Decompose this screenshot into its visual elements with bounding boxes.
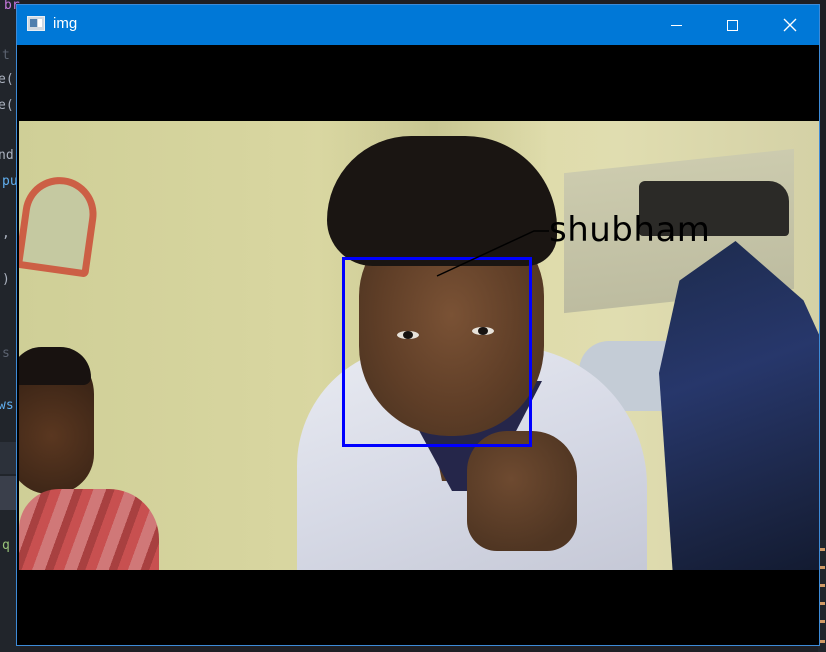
title-bar[interactable]: img [17, 5, 819, 45]
close-button[interactable] [761, 5, 819, 45]
close-icon [783, 18, 797, 32]
image-canvas: shubham [17, 45, 819, 645]
label-leader-line [436, 230, 549, 277]
camera-frame: shubham [19, 121, 819, 570]
maximize-icon [726, 19, 738, 31]
code-fragment: , [2, 226, 10, 241]
code-fragment: t [2, 48, 10, 63]
window-title: img [53, 15, 78, 32]
code-fragment: e( [0, 72, 14, 87]
code-fragment: e( [0, 98, 14, 113]
minimize-icon [670, 24, 682, 26]
code-fragment: s [2, 346, 10, 361]
code-fragment: nd [0, 148, 14, 163]
image-window: img shubham [16, 4, 820, 646]
face-name-label: shubham [549, 210, 711, 250]
code-fragment: ) [2, 272, 10, 287]
code-fragment: q [2, 538, 10, 553]
minimize-button[interactable] [647, 5, 705, 45]
app-icon [27, 16, 45, 31]
maximize-button[interactable] [703, 5, 761, 45]
